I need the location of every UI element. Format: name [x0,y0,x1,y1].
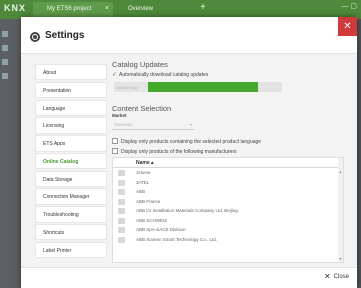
market-dropdown[interactable]: Germany ▾ [112,120,194,130]
table-row[interactable]: ABB LV Installation Materials Company Lt… [113,206,343,216]
close-button-label: Close [333,274,349,280]
close-icon: ✕ [323,272,331,281]
name-header-label: Name [136,160,150,166]
manufacturer-filter-checkbox[interactable]: Display only products of the following m… [112,148,237,155]
row-checkbox[interactable] [118,179,125,186]
manufacturer-name: ABB LV Installation Materials Company Lt… [136,208,238,213]
settings-nav: About Presentation Language Licensing ET… [35,64,107,260]
manufacturer-name: 3ATEL [136,179,150,185]
catalog-updates-heading: Catalog Updates [112,60,168,69]
close-icon[interactable]: ✕ [338,17,357,36]
manufacturer-name: 1Home [136,170,151,175]
row-checkbox[interactable] [118,208,125,214]
manufacturer-filter-label: Display only products of the following m… [121,149,237,155]
checkbox-box[interactable] [112,148,118,154]
manufacturer-name: ABB Xiamen Smart Technology Co., Ltd. [136,236,217,242]
panel-icon [2,31,8,37]
table-row[interactable]: ABB [113,187,343,197]
chevron-down-icon: ▾ [189,122,192,127]
panel-icon [2,59,8,65]
progress-fill [148,82,258,92]
scroll-up-icon[interactable]: ▴ [338,169,343,174]
table-row[interactable]: ABB France [113,197,343,207]
checkbox-box[interactable] [112,138,118,144]
sort-asc-icon: ▴ [151,160,154,166]
nav-item-connection-manager[interactable]: Connection Manager [35,188,107,205]
settings-dialog: Settings ✕ About Presentation Language L… [21,17,357,288]
content-selection-heading: Content Selection [112,104,172,113]
manufacturer-table: Name ▴ 1Home 3ATEL ABB ABB France ABB LV… [112,157,344,263]
auto-download-label: Automatically download catalog updates [119,72,209,78]
dialog-body: About Presentation Language Licensing ET… [21,53,357,268]
close-button[interactable]: ✕ Close [324,272,349,281]
nav-item-data-storage[interactable]: Data Storage [35,170,107,188]
table-row[interactable]: 3ATEL [113,178,343,188]
add-tab-icon[interactable]: + [200,2,206,13]
row-checkbox[interactable] [118,198,125,205]
nav-item-online-catalog[interactable]: Online Catalog [35,152,107,170]
manufacturer-name: ABB SCHWEIZ [136,217,168,223]
table-row[interactable]: ABB Xiamen Smart Technology Co., Ltd. [113,235,343,245]
gear-icon [30,32,40,42]
nav-item-label-printer[interactable]: Label Printer [35,241,107,259]
nav-item-presentation[interactable]: Presentation [35,81,107,99]
market-value: Germany [114,122,133,127]
manufacturer-name: ABB SpA-SACE Division [136,227,186,232]
app-left-panel [0,19,21,288]
table-row[interactable]: ABB SCHWEIZ [113,216,343,226]
update-progress-bar [148,82,282,92]
app-right-edge [357,19,361,288]
row-checkbox[interactable] [118,227,125,233]
panel-icon [2,73,8,79]
language-filter-label: Display only products containing the sel… [121,139,262,145]
dialog-header: Settings ✕ [21,17,357,53]
table-row[interactable]: 1Home [113,168,343,178]
nav-item-licensing[interactable]: Licensing [35,117,107,134]
name-column-header[interactable]: Name ▴ [113,158,343,168]
nav-item-language[interactable]: Language [35,99,107,116]
row-checkbox[interactable] [118,189,125,195]
tab-close-icon[interactable]: × [105,5,109,12]
tab-overview[interactable]: Overview [114,2,198,17]
manufacturer-name: ABB France [136,198,161,204]
catalog-settings-panel: Catalog Updates ✓ Automatically download … [112,60,350,263]
tab-project-label: My ETS6 project [47,6,92,12]
market-label: Market [112,113,127,118]
tab-overview-label: Overview [128,6,154,12]
row-checkbox[interactable] [118,236,125,243]
manufacturer-name: ABB [136,189,146,194]
table-row[interactable]: ABB SpA-SACE Division [113,225,343,235]
row-checkbox[interactable] [118,217,125,224]
nav-item-ets-apps[interactable]: ETS Apps [35,135,107,152]
dialog-title: Settings [45,30,85,41]
update-now-button[interactable]: Update now [114,82,148,92]
window-controls-icon[interactable]: — ▢ [341,2,357,10]
nav-item-shortcuts[interactable]: Shortcuts [35,224,107,241]
nav-item-about[interactable]: About [35,64,107,81]
tab-project[interactable]: My ETS6 project × [33,2,113,17]
knx-logo: KNX [4,3,27,13]
panel-icon [2,45,8,51]
scroll-down-icon[interactable]: ▾ [338,256,343,261]
language-filter-checkbox[interactable]: Display only products containing the sel… [112,138,261,145]
nav-item-troubleshooting[interactable]: Troubleshooting [35,206,107,223]
row-checkbox[interactable] [118,170,125,176]
auto-download-checkbox[interactable]: ✓ Automatically download catalog updates [112,71,208,78]
checkmark-icon: ✓ [112,72,118,78]
